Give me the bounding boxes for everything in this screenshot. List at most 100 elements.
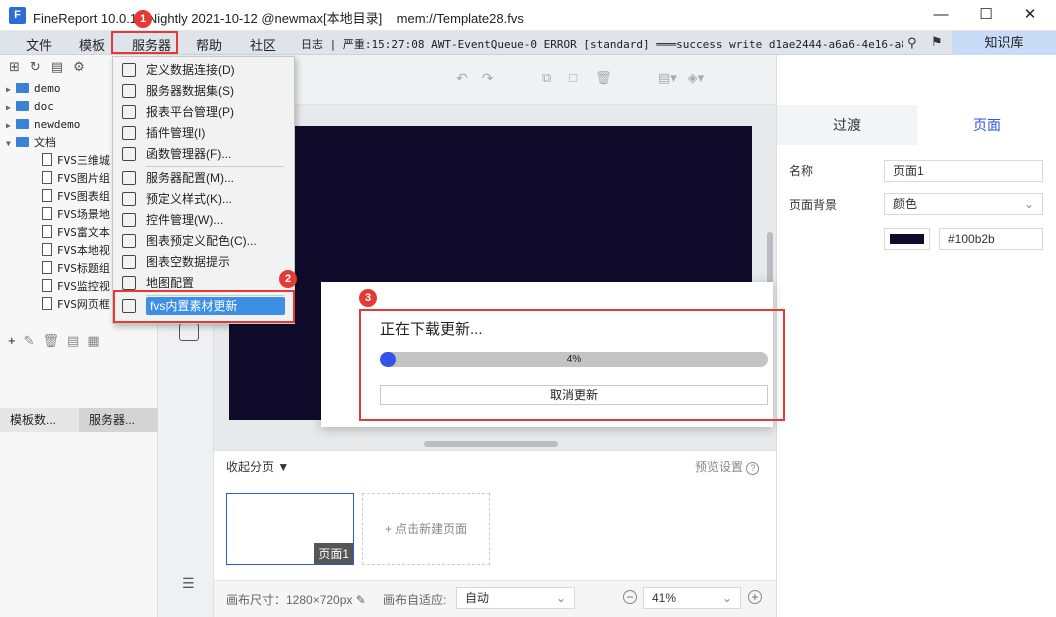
tree-file-item[interactable]: FVS三维城 bbox=[42, 152, 110, 170]
delete-icon[interactable]: 🗑 bbox=[43, 333, 68, 348]
server-menu-item[interactable]: 预定义样式(K)... bbox=[113, 189, 294, 210]
tree-file-item[interactable]: FVS监控视 bbox=[42, 278, 110, 296]
server-menu-item[interactable]: 图表预定义配色(C)... bbox=[113, 231, 294, 252]
new-folder-icon[interactable]: ⊞ bbox=[9, 59, 30, 74]
server-menu-item[interactable]: 插件管理(I) bbox=[113, 123, 294, 144]
minimize-button[interactable]: — bbox=[926, 4, 956, 26]
plugin-icon bbox=[122, 126, 136, 140]
dataset-config-icon[interactable]: ▦ bbox=[87, 333, 107, 348]
tab-transition[interactable]: 过渡 bbox=[777, 105, 917, 145]
tree-item-label: doc bbox=[34, 100, 54, 113]
search-icon[interactable]: ⚲ bbox=[907, 35, 917, 51]
chevron-right-icon[interactable]: ▶ bbox=[6, 81, 16, 99]
menu-template[interactable]: 模板 bbox=[79, 35, 105, 54]
tree-item-label: FVS图表组 bbox=[57, 190, 110, 203]
tree-folder-item[interactable]: ▶ newdemo bbox=[6, 116, 80, 134]
tree-item-label: newdemo bbox=[34, 118, 81, 131]
window-title: FineReport 10.0.19 Nightly 2021-10-12 @n… bbox=[33, 11, 524, 26]
inbox-icon[interactable] bbox=[179, 323, 199, 341]
chevron-down-icon: ⌄ bbox=[1023, 197, 1034, 211]
tree-file-item[interactable]: FVS场景地 bbox=[42, 206, 110, 224]
tree-item-label: FVS场景地 bbox=[57, 208, 110, 221]
layers-icon[interactable]: ☰ bbox=[182, 575, 195, 592]
color-swatch[interactable] bbox=[884, 228, 930, 250]
server-menu-item-label: 图表预定义配色(C)... bbox=[146, 234, 257, 248]
tree-file-item[interactable]: FVS本地视 bbox=[42, 242, 110, 260]
server-menu-item[interactable]: 定义数据连接(D) bbox=[113, 60, 294, 81]
property-panel: 过渡 页面 名称 页面1 页面背景 颜色 ⌄ #100b2b bbox=[776, 55, 1056, 617]
chevron-down-icon: ⌄ bbox=[555, 591, 566, 605]
menu-separator bbox=[146, 166, 284, 167]
page-thumbnail-1[interactable]: 页面1 bbox=[226, 493, 354, 565]
tree-file-item[interactable]: FVS图表组 bbox=[42, 188, 110, 206]
tree-file-item[interactable]: FVS图片组 bbox=[42, 170, 110, 188]
chevron-down-icon[interactable]: ▼ bbox=[6, 135, 16, 153]
new-page-button[interactable]: + 点击新建页面 bbox=[362, 493, 490, 565]
db-connect-icon bbox=[122, 63, 136, 77]
preview-data-icon[interactable]: ▤ bbox=[67, 333, 87, 348]
paste-icon[interactable]: □ bbox=[569, 70, 595, 85]
copy-icon[interactable]: ⧉ bbox=[542, 70, 569, 85]
tree-file-item[interactable]: FVS富文本 bbox=[42, 224, 110, 242]
server-menu-item[interactable]: 控件管理(W)... bbox=[113, 210, 294, 231]
auto-fit-select[interactable]: 自动 ⌄ bbox=[456, 587, 575, 609]
splitter[interactable] bbox=[0, 325, 158, 328]
preview-settings-button[interactable]: 预览设置 ? bbox=[695, 458, 760, 475]
dataset-icon bbox=[122, 84, 136, 98]
tree-folder-item[interactable]: ▶ doc bbox=[6, 98, 54, 116]
pencil-icon[interactable]: ✎ bbox=[356, 593, 366, 607]
server-menu-item-label: 服务器数据集(S) bbox=[146, 84, 234, 98]
menu-file[interactable]: 文件 bbox=[26, 35, 52, 54]
status-bar: 画布尺寸：1280×720px ✎ 画布自适应: 自动 ⌄ − 41% ⌄ + bbox=[214, 580, 776, 617]
zoom-select[interactable]: 41% ⌄ bbox=[643, 587, 741, 609]
server-menu-item[interactable]: 服务器数据集(S) bbox=[113, 81, 294, 102]
tab-page[interactable]: 页面 bbox=[917, 105, 1056, 145]
chevron-right-icon[interactable]: ▶ bbox=[6, 99, 16, 117]
page-name-input[interactable]: 页面1 bbox=[884, 160, 1043, 182]
zoom-in-icon[interactable]: + bbox=[748, 590, 762, 604]
step-badge-2: 2 bbox=[279, 270, 297, 288]
layer-order-icon[interactable]: ◈▾ bbox=[688, 70, 705, 85]
tree-folder-item[interactable]: ▼ 文档 bbox=[6, 134, 56, 152]
tree-item-label: FVS监控视 bbox=[57, 280, 110, 293]
menu-community[interactable]: 社区 bbox=[250, 35, 276, 54]
horizontal-scrollbar[interactable] bbox=[424, 441, 558, 447]
style-icon bbox=[122, 192, 136, 206]
close-button[interactable]: ✕ bbox=[1015, 4, 1045, 26]
bell-icon[interactable]: ⚑ bbox=[931, 34, 943, 50]
tab-template-dataset[interactable]: 模板数... bbox=[0, 408, 79, 432]
knowledge-base-button[interactable]: 知识库 bbox=[952, 31, 1056, 55]
tree-file-item[interactable]: FVS标题组 bbox=[42, 260, 110, 278]
chevron-right-icon[interactable]: ▶ bbox=[6, 117, 16, 135]
edit-icon[interactable]: ✎ bbox=[24, 333, 43, 348]
undo-icon[interactable]: ↶ bbox=[456, 70, 482, 86]
align-icon[interactable]: ▤▾ bbox=[658, 70, 677, 85]
server-menu-item[interactable]: 函数管理器(F)... bbox=[113, 144, 294, 165]
redo-icon[interactable]: ↷ bbox=[482, 70, 508, 86]
file-icon bbox=[42, 279, 52, 292]
background-type-select[interactable]: 颜色 ⌄ bbox=[884, 193, 1043, 215]
settings-icon[interactable]: ⚙ bbox=[73, 59, 95, 74]
file-icon bbox=[42, 261, 52, 274]
server-menu-item[interactable]: 报表平台管理(P) bbox=[113, 102, 294, 123]
page-panel: 收起分页 ▼ 预览设置 ? 页面1 + 点击新建页面 bbox=[214, 450, 776, 580]
menu-help[interactable]: 帮助 bbox=[196, 35, 222, 54]
tree-folder-item[interactable]: ▶ demo bbox=[6, 80, 61, 98]
log-message[interactable]: 日志 | 严重:15:27:08 AWT-EventQueue-0 ERROR … bbox=[301, 36, 903, 52]
tab-server-dataset[interactable]: 服务器... bbox=[79, 408, 158, 432]
server-menu-item-label: 插件管理(I) bbox=[146, 126, 206, 140]
server-menu-item[interactable]: 服务器配置(M)... bbox=[113, 168, 294, 189]
server-menu-item[interactable]: 图表空数据提示 bbox=[113, 252, 294, 273]
refresh-icon[interactable]: ↻ bbox=[30, 59, 51, 74]
server-menu-item-label: 函数管理器(F)... bbox=[146, 147, 232, 161]
color-hex-input[interactable]: #100b2b bbox=[939, 228, 1043, 250]
zoom-out-icon[interactable]: − bbox=[623, 590, 637, 604]
add-icon[interactable]: + bbox=[8, 333, 24, 348]
folder-icon bbox=[16, 137, 29, 147]
properties-icon[interactable]: ▤ bbox=[51, 59, 73, 74]
server-menu-highlight bbox=[111, 31, 178, 54]
tree-file-item[interactable]: FVS网页框 bbox=[42, 296, 110, 314]
maximize-button[interactable]: ☐ bbox=[971, 4, 1001, 26]
collapse-pages-button[interactable]: 收起分页 ▼ bbox=[226, 458, 289, 475]
trash-icon[interactable]: 🗑 bbox=[595, 70, 630, 85]
